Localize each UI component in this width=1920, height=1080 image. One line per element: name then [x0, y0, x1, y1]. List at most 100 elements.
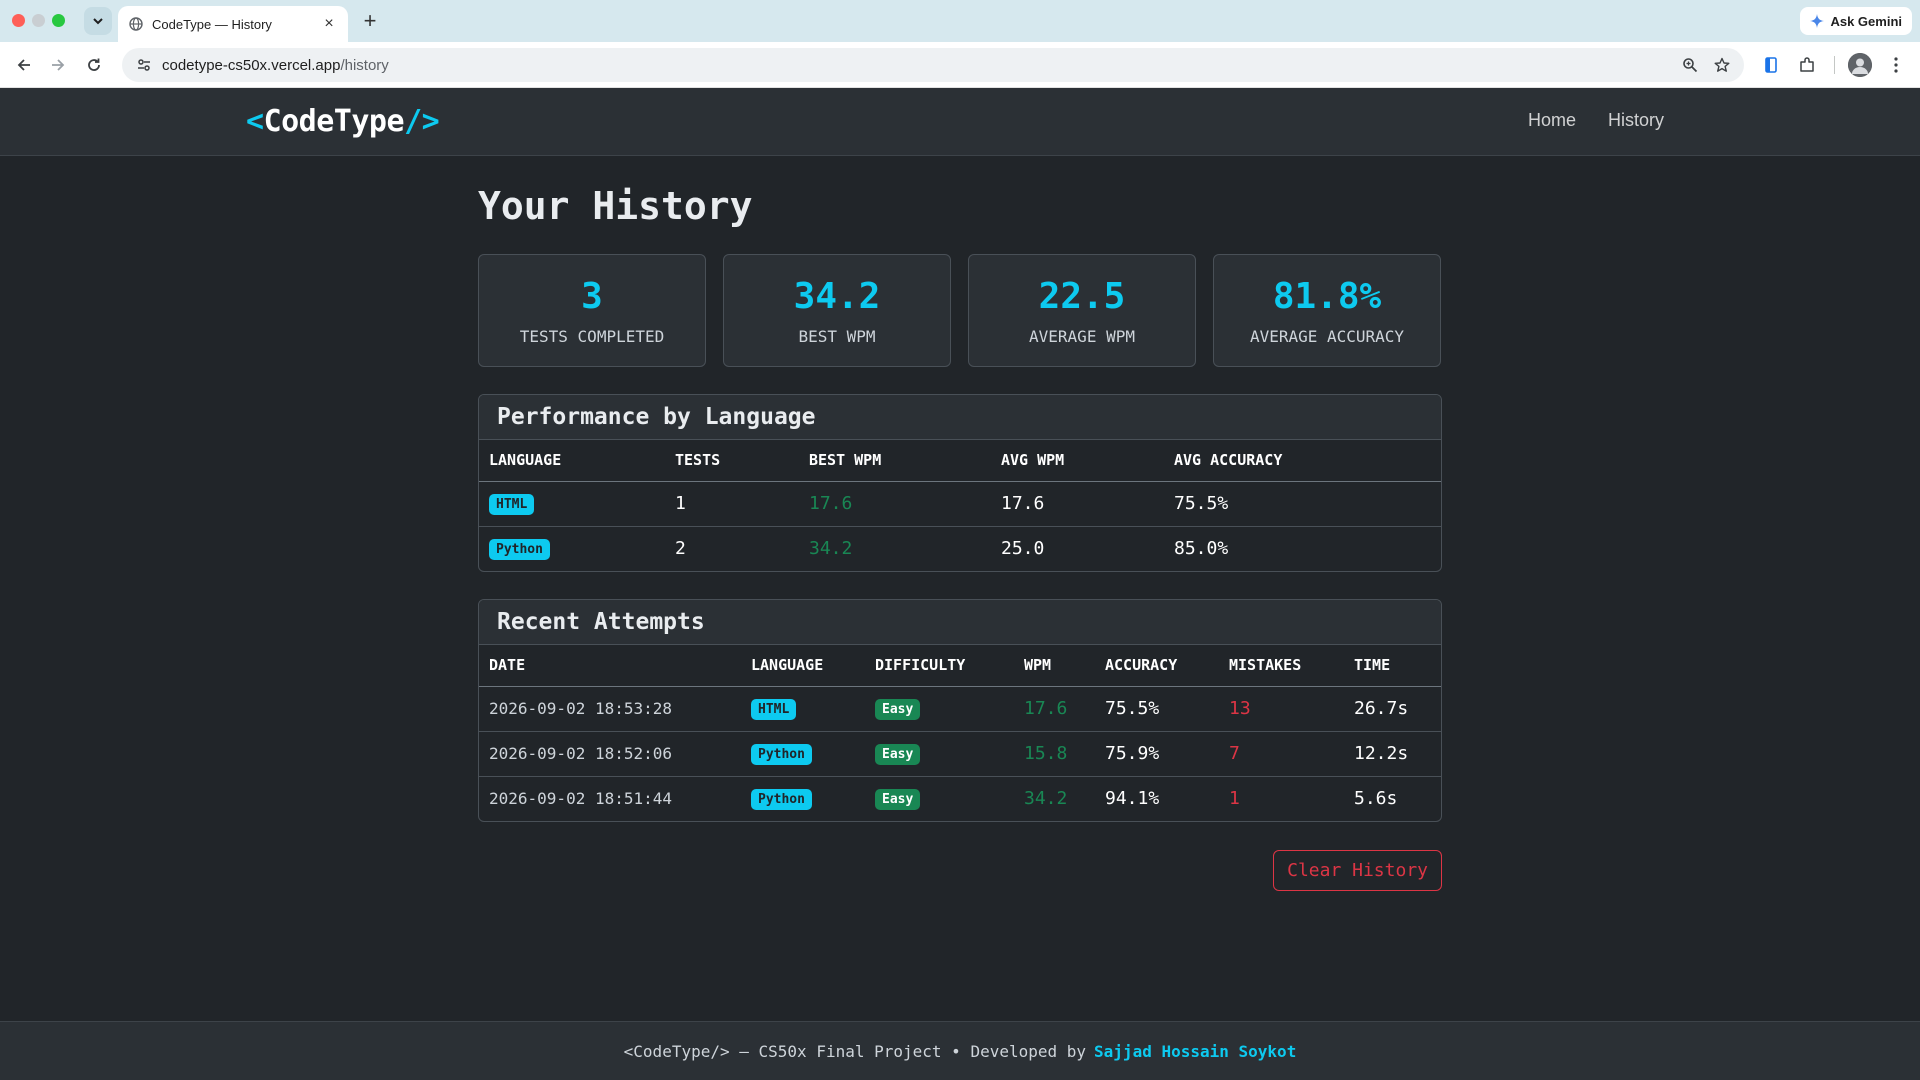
wpm-cell: 34.2: [1024, 788, 1068, 810]
stat-card-tests: 3 TESTS COMPLETED: [478, 254, 706, 367]
browser-tab-strip: CodeType — History × + Ask Gemini: [0, 0, 1920, 42]
mistakes-cell: 13: [1219, 686, 1344, 732]
nav-link-home[interactable]: Home: [1528, 110, 1576, 131]
stat-card-average-accuracy: 81.8% AVERAGE ACCURACY: [1213, 254, 1441, 367]
close-icon[interactable]: ×: [320, 15, 338, 33]
tests-cell: 2: [675, 538, 686, 560]
tab-title: CodeType — History: [152, 16, 272, 32]
column-header: WPM: [1014, 645, 1095, 687]
app-navbar: <CodeType/> Home History: [0, 88, 1920, 156]
date-cell: 2026-09-02 18:52:06: [479, 731, 741, 777]
performance-panel: Performance by Language LANGUAGE TESTS B…: [478, 394, 1442, 572]
brand-name: CodeType: [263, 104, 405, 139]
brand-logo[interactable]: <CodeType/>: [246, 104, 440, 139]
back-button[interactable]: [10, 51, 38, 79]
wpm-cell: 17.6: [1014, 686, 1095, 732]
url-host: codetype-cs50x.vercel.app: [162, 56, 341, 74]
column-header: ACCURACY: [1095, 645, 1219, 687]
column-header: LANGUAGE: [479, 440, 665, 482]
reload-icon: [88, 58, 100, 71]
profile-avatar[interactable]: [1848, 53, 1872, 77]
arrow-right-icon: [52, 59, 65, 71]
new-tab-button[interactable]: +: [358, 8, 382, 33]
language-badge: HTML: [489, 494, 535, 515]
performance-title: Performance by Language: [479, 395, 1441, 440]
site-settings-icon[interactable]: [134, 55, 154, 75]
language-badge: Python: [751, 789, 812, 811]
avg-accuracy-cell: 85.0%: [1174, 538, 1229, 560]
column-header: TESTS: [665, 440, 799, 482]
stat-value: 3: [581, 276, 603, 317]
stat-value: 22.5: [1038, 276, 1126, 317]
reload-button[interactable]: [80, 51, 108, 79]
difficulty-badge: Easy: [875, 699, 921, 720]
language-cell: Python: [741, 776, 865, 821]
best-wpm-cell: 17.6: [799, 481, 991, 527]
stat-label: TESTS COMPLETED: [519, 326, 665, 346]
stat-label: AVERAGE ACCURACY: [1249, 326, 1405, 346]
tests-cell: 1: [665, 481, 799, 527]
language-cell: Python: [741, 731, 865, 777]
browser-toolbar: codetype-cs50x.vercel.app/history: [0, 42, 1920, 88]
ask-gemini-label: Ask Gemini: [1830, 13, 1902, 29]
stat-card-average-wpm: 22.5 AVERAGE WPM: [968, 254, 1196, 367]
recent-attempts-panel: Recent Attempts DATE LANGUAGE DIFFICULTY…: [478, 599, 1442, 822]
page-title: Your History: [478, 184, 753, 228]
column-header: DATE: [479, 645, 741, 687]
footer-author-link[interactable]: Sajjad Hossain Soykot: [1094, 1042, 1296, 1061]
date-cell: 2026-09-02 18:51:44: [489, 789, 673, 809]
extensions-icon[interactable]: [1796, 54, 1818, 76]
accuracy-cell: 75.9%: [1095, 731, 1219, 777]
mistakes-cell: 7: [1219, 731, 1344, 777]
tab-search-button[interactable]: [84, 7, 112, 35]
window-minimize-button[interactable]: [32, 14, 45, 27]
recent-attempts-title: Recent Attempts: [479, 600, 1441, 645]
brand-close-bracket: />: [404, 104, 440, 139]
stats-row: 3 TESTS COMPLETED 34.2 BEST WPM 22.5 AVE…: [478, 254, 1442, 367]
nav-links: Home History: [1528, 110, 1664, 131]
avg-wpm-cell: 25.0: [1001, 538, 1045, 560]
recent-attempts-table: DATE LANGUAGE DIFFICULTY WPM ACCURACY MI…: [479, 645, 1441, 821]
forward-button[interactable]: [44, 51, 72, 79]
difficulty-cell: Easy: [865, 776, 1014, 821]
stat-label: BEST WPM: [798, 326, 876, 346]
window-maximize-button[interactable]: [52, 14, 65, 27]
url-path: /history: [340, 56, 389, 74]
browser-tab-active[interactable]: CodeType — History ×: [118, 6, 348, 42]
table-header-row: DATE LANGUAGE DIFFICULTY WPM ACCURACY MI…: [479, 645, 1441, 687]
avg-accuracy-cell: 75.5%: [1164, 481, 1441, 527]
brand-open-bracket: <: [246, 104, 264, 139]
window-close-button[interactable]: [12, 14, 25, 27]
stat-value: 81.8%: [1272, 276, 1382, 317]
sparkle-icon: [1810, 14, 1825, 28]
ask-gemini-button[interactable]: Ask Gemini: [1800, 7, 1912, 35]
toolbar-divider: [1834, 56, 1835, 74]
avg-wpm-cell: 17.6: [991, 481, 1164, 527]
footer-text: <CodeType/> — CS50x Final Project • Deve…: [623, 1041, 1087, 1061]
time-cell: 12.2s: [1344, 731, 1441, 777]
main-container: Your History 3 TESTS COMPLETED 34.2 BEST…: [478, 156, 1442, 891]
clear-history-button[interactable]: Clear History: [1273, 850, 1442, 891]
column-header: BEST WPM: [799, 440, 991, 482]
column-header: DIFFICULTY: [865, 645, 1014, 687]
nav-link-history[interactable]: History: [1608, 110, 1664, 131]
more-menu-icon[interactable]: [1885, 54, 1907, 76]
reading-list-icon[interactable]: [1760, 54, 1782, 76]
difficulty-badge: Easy: [875, 744, 921, 765]
arrow-left-icon: [17, 59, 30, 71]
stat-value: 34.2: [793, 276, 881, 317]
table-row: 2026-09-02 18:52:06 Python Easy 15.8 75.…: [479, 731, 1441, 777]
page-footer: <CodeType/> — CS50x Final Project • Deve…: [0, 1021, 1920, 1080]
language-cell: HTML: [741, 686, 865, 732]
chevron-down-icon: [93, 18, 103, 25]
accuracy-cell: 75.5%: [1095, 686, 1219, 732]
column-header: MISTAKES: [1219, 645, 1344, 687]
language-cell: HTML: [479, 481, 665, 527]
address-bar[interactable]: codetype-cs50x.vercel.app/history: [122, 48, 1744, 82]
zoom-icon[interactable]: [1680, 55, 1700, 75]
language-badge: Python: [751, 744, 812, 765]
column-header: LANGUAGE: [741, 645, 865, 687]
column-header: TIME: [1344, 645, 1441, 687]
bookmark-star-icon[interactable]: [1712, 55, 1732, 75]
column-header: AVG WPM: [991, 440, 1164, 482]
